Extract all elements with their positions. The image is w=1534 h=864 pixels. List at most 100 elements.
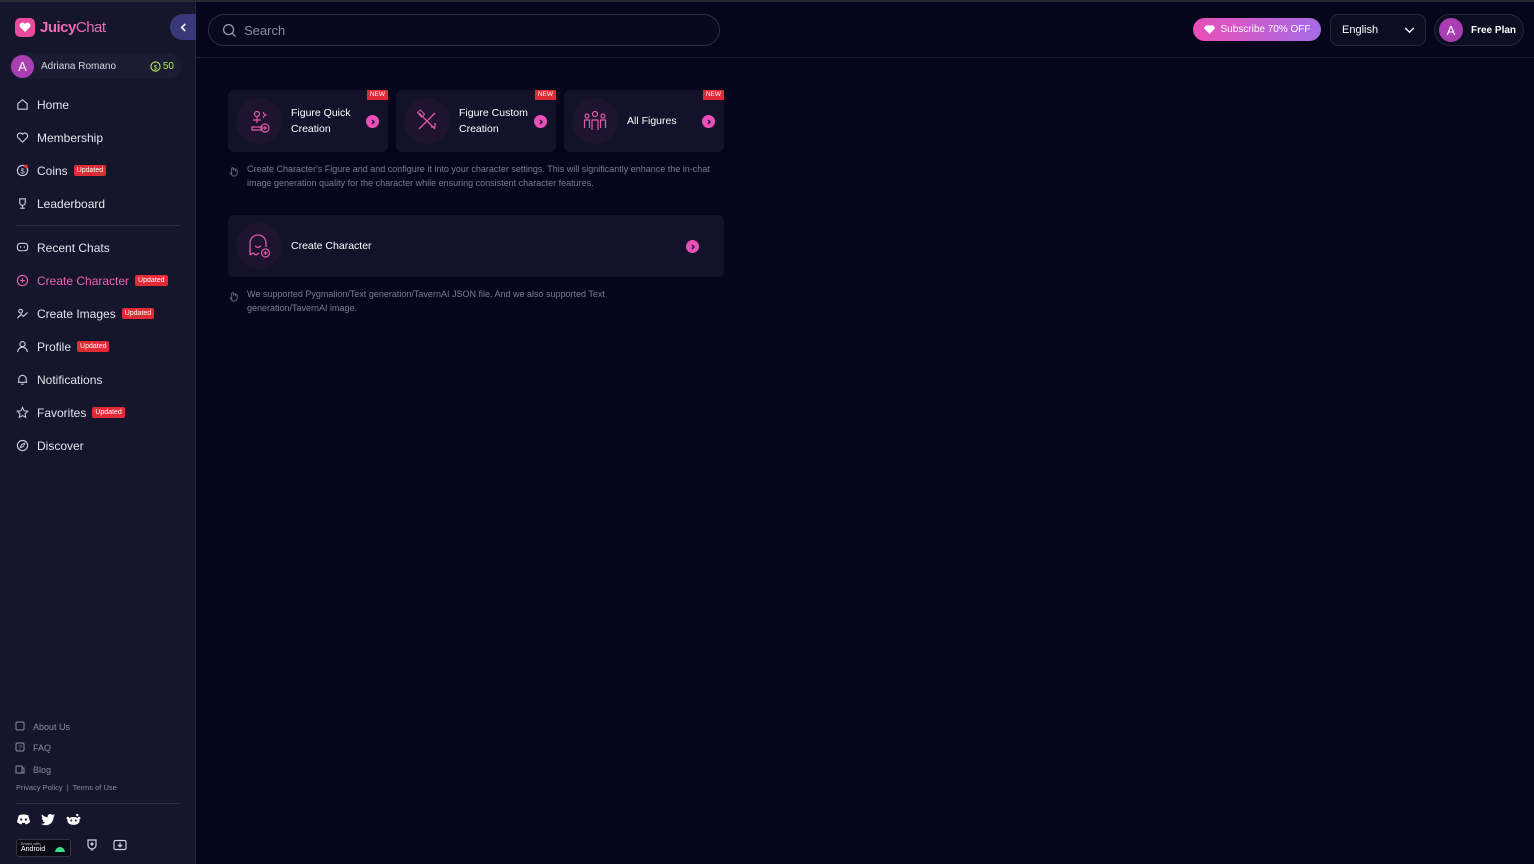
plan-label: Free Plan xyxy=(1471,24,1517,36)
legal-links: Privacy Policy | Terms of Use xyxy=(16,783,117,792)
sidebar-item-membership[interactable]: Membership xyxy=(0,121,196,154)
user-name: Adriana Romano xyxy=(41,60,117,72)
subscribe-button[interactable]: Subscribe 70% OFF xyxy=(1193,18,1321,41)
sidebar-item-favorites[interactable]: Favorites Updated xyxy=(0,396,196,429)
bell-icon xyxy=(15,372,30,387)
coins-icon: $ xyxy=(15,163,30,178)
sidebar-item-label: Recent Chats xyxy=(37,240,110,255)
twitter-icon[interactable] xyxy=(41,813,56,831)
create-character-card[interactable]: Create Character xyxy=(228,215,724,277)
plan-button[interactable]: A Free Plan xyxy=(1434,14,1524,46)
award-icon[interactable] xyxy=(85,838,99,857)
blog-link[interactable]: Blog xyxy=(15,759,70,781)
figure-quick-icon xyxy=(236,98,282,144)
nav-divider xyxy=(16,225,180,226)
chevron-left-icon xyxy=(180,22,186,32)
image-icon xyxy=(15,306,30,321)
sidebar-item-notifications[interactable]: Notifications xyxy=(0,363,196,396)
android-app-badge[interactable]: Works with Android xyxy=(16,838,71,857)
sidebar-item-home[interactable]: Home xyxy=(0,88,196,121)
svg-text:$: $ xyxy=(20,166,24,175)
sidebar-item-create-character[interactable]: Create Character Updated xyxy=(0,264,196,297)
new-badge: NEW xyxy=(366,90,388,100)
card-title: Figure Quick Creation xyxy=(291,107,351,135)
logo-text-chat: Chat xyxy=(75,19,106,36)
collapse-sidebar-button[interactable] xyxy=(170,14,196,40)
search-icon xyxy=(222,23,237,37)
chevron-right-icon[interactable] xyxy=(702,115,715,128)
updated-badge: Updated xyxy=(92,407,125,418)
android-logo-icon xyxy=(55,846,65,852)
subscribe-label: Subscribe 70% OFF xyxy=(1220,24,1311,35)
sidebar-item-profile[interactable]: Profile Updated xyxy=(0,330,196,363)
figure-quick-creation-card[interactable]: Figure Quick Creation NEW xyxy=(228,90,388,152)
sidebar-item-label: Membership xyxy=(37,130,104,145)
user-icon xyxy=(15,339,30,354)
home-icon xyxy=(15,97,30,112)
updated-badge: Updated xyxy=(121,308,155,319)
hand-icon xyxy=(228,164,239,190)
chat-icon xyxy=(15,240,30,255)
question-icon: ? xyxy=(15,742,27,754)
terms-of-use-link[interactable]: Terms of Use xyxy=(73,783,117,792)
compass-icon xyxy=(15,438,30,453)
sidebar-item-coins[interactable]: $ Coins Updated xyxy=(0,154,196,187)
top-border xyxy=(0,0,1534,2)
all-figures-icon xyxy=(572,98,618,144)
user-profile-row[interactable]: A Adriana Romano $ 50 xyxy=(9,53,181,79)
search-placeholder: Search xyxy=(244,22,286,38)
sidebar-item-label: Create Character xyxy=(37,273,130,288)
sidebar-item-create-images[interactable]: Create Images Updated xyxy=(0,297,196,330)
sidebar-item-label: Create Images xyxy=(37,306,116,321)
figure-custom-creation-card[interactable]: Figure Custom Creation NEW xyxy=(396,90,556,152)
header-divider xyxy=(196,57,1534,58)
chevron-right-icon[interactable] xyxy=(534,115,547,128)
sidebar-item-discover[interactable]: Discover xyxy=(0,429,196,462)
import-hint-text: We supported Pygmalion/Text generation/T… xyxy=(247,289,605,313)
create-character-card-icon xyxy=(236,223,282,269)
sidebar-item-label: Profile xyxy=(37,339,72,354)
footer-links: About Us ? FAQ Blog xyxy=(15,716,70,781)
blog-label: Blog xyxy=(33,764,52,775)
figure-hint-text: Create Character's Figure and and config… xyxy=(247,164,710,188)
separator: | xyxy=(66,783,69,792)
about-us-link[interactable]: About Us xyxy=(15,716,70,738)
updated-badge: Updated xyxy=(73,165,107,176)
avatar: A xyxy=(1439,18,1463,42)
reddit-icon[interactable] xyxy=(66,813,81,831)
figure-custom-icon xyxy=(404,98,450,144)
logo[interactable]: Juicy Chat xyxy=(15,18,106,37)
privacy-policy-link[interactable]: Privacy Policy xyxy=(16,783,63,792)
blog-icon xyxy=(15,764,27,776)
sidebar-item-recent-chats[interactable]: Recent Chats xyxy=(0,231,196,264)
language-select[interactable]: English xyxy=(1330,14,1426,46)
sidebar-item-leaderboard[interactable]: Leaderboard xyxy=(0,187,196,220)
install-app-icon[interactable] xyxy=(113,838,127,857)
social-links xyxy=(16,813,81,831)
coin-balance[interactable]: $ 50 xyxy=(150,61,174,72)
updated-badge: Updated xyxy=(77,341,110,352)
chevron-right-icon[interactable] xyxy=(366,115,379,128)
svg-text:$: $ xyxy=(154,64,158,71)
sidebar-item-label: Leaderboard xyxy=(37,196,106,211)
new-badge: NEW xyxy=(702,90,724,100)
sidebar-item-label: Home xyxy=(37,97,70,112)
sidebar-item-label: Favorites xyxy=(37,405,87,420)
faq-label: FAQ xyxy=(33,743,52,754)
create-character-title: Create Character xyxy=(291,240,372,252)
about-us-label: About Us xyxy=(33,721,71,732)
heart-icon xyxy=(15,130,30,145)
discord-icon[interactable] xyxy=(16,813,31,831)
new-badge: NEW xyxy=(534,90,556,100)
all-figures-card[interactable]: All Figures NEW xyxy=(564,90,724,152)
import-hint: We supported Pygmalion/Text generation/T… xyxy=(228,287,658,315)
card-title: All Figures xyxy=(627,115,677,127)
search-input[interactable]: Search xyxy=(208,14,720,46)
footer-divider xyxy=(16,803,180,804)
figure-hint: Create Character's Figure and and config… xyxy=(228,162,728,190)
logo-icon xyxy=(15,18,35,37)
faq-link[interactable]: ? FAQ xyxy=(15,738,70,760)
chevron-right-icon[interactable] xyxy=(686,240,699,253)
app-links: Works with Android xyxy=(16,838,127,857)
chevron-down-icon xyxy=(1404,26,1415,33)
